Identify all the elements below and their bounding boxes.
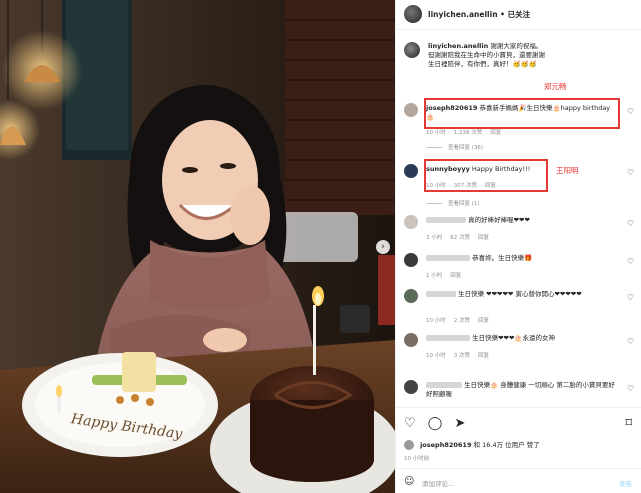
commenter-avatar[interactable]	[404, 289, 418, 303]
post-time: 10 小时前	[404, 456, 430, 462]
heart-icon[interactable]: ♡	[627, 107, 634, 116]
comment-item: 真的好棒好棒喔❤❤❤ 3 小时 62 次赞 回复 ♡	[404, 215, 636, 243]
redacted-username	[426, 335, 470, 341]
add-comment-bar: ☺ 添加评论... 发布	[396, 468, 641, 493]
likes-summary: joseph820619 和 16.4万 位用户 赞了	[404, 439, 540, 450]
reply-button[interactable]: 回复	[478, 318, 489, 324]
caption-username[interactable]: linyichen.anellin	[428, 42, 488, 50]
follow-status[interactable]: 已关注	[508, 10, 531, 19]
post-button[interactable]: 发布	[619, 478, 632, 488]
post-photo[interactable]: Happy Birthday ›	[0, 0, 395, 493]
post-header: linyichen.anellin • 已关注	[396, 0, 641, 30]
comment-text: 真的好棒好棒喔❤❤❤	[426, 216, 616, 225]
liker-username[interactable]: joseph820619	[420, 441, 471, 449]
redacted-username	[426, 255, 470, 261]
likes-count[interactable]: 和 16.4万 位用户 赞了	[474, 441, 540, 449]
heart-icon[interactable]: ♡	[627, 384, 634, 393]
author-username[interactable]: linyichen.anellin • 已关注	[428, 9, 530, 20]
commenter-avatar[interactable]	[404, 164, 418, 178]
instagram-post-view: Happy Birthday › linyichen.anellin • 已关注…	[0, 0, 641, 493]
comment-item: 生日快樂 ❤❤❤❤❤ 寅心替你開心❤❤❤❤❤ 10 小时 2 次赞 回复 ♡	[404, 289, 636, 324]
comment-text: 恭喜妳。生日快樂🎁	[426, 254, 616, 263]
comment-meta: 10 小时 3 次赞 回复	[426, 353, 490, 359]
action-bar: ♡ ◯ ➤	[404, 416, 473, 431]
comment-item: 生日快樂🎂 身體健康 一切順心 第二胎的小寶貝要好好照顧喔 ♡	[404, 380, 636, 406]
next-photo-button[interactable]: ›	[376, 240, 390, 254]
heart-icon[interactable]: ♡	[627, 219, 634, 228]
birthday-photo-illustration: Happy Birthday	[0, 0, 395, 493]
comment-meta: 3 小时 62 次赞 回复	[426, 235, 490, 241]
heart-icon[interactable]: ♡	[404, 416, 416, 431]
emoji-icon[interactable]: ☺	[404, 476, 414, 487]
caption-text: linyichen.anellin 謝謝大家的祝福。但謝謝陪我在生命中的小寶貝，…	[428, 42, 545, 68]
reply-button[interactable]: 回复	[478, 235, 489, 241]
highlight-box-1	[424, 98, 620, 129]
comment-text: 生日快樂 ❤❤❤❤❤ 寅心替你開心❤❤❤❤❤	[426, 290, 616, 299]
annotation-zheng: 郑元畅	[544, 82, 567, 91]
bookmark-icon[interactable]: ⌑	[625, 416, 632, 431]
reply-button[interactable]: 回复	[478, 353, 489, 359]
commenter-avatar[interactable]	[404, 333, 418, 347]
comment-text: 生日快樂🎂 身體健康 一切順心 第二胎的小寶貝要好好照顧喔	[426, 381, 615, 398]
commenter-avatar[interactable]	[404, 103, 418, 117]
redacted-username	[426, 217, 466, 223]
comment-text: 生日快樂❤❤❤🎂永遠的女神	[426, 334, 616, 343]
highlight-box-2	[424, 159, 548, 192]
author-avatar[interactable]	[404, 5, 422, 23]
heart-icon[interactable]: ♡	[627, 293, 634, 302]
commenter-avatar[interactable]	[404, 380, 418, 394]
caption-avatar[interactable]	[404, 42, 420, 58]
post-sidebar: linyichen.anellin • 已关注 linyichen.anelli…	[395, 0, 641, 493]
redacted-username	[426, 291, 456, 297]
share-icon[interactable]: ➤	[455, 416, 466, 431]
comment-item: 生日快樂❤❤❤🎂永遠的女神 10 小时 3 次赞 回复 ♡	[404, 333, 636, 363]
commenter-avatar[interactable]	[404, 215, 418, 229]
comment-input[interactable]: 添加评论...	[422, 478, 454, 488]
redacted-username	[426, 382, 462, 388]
view-replies-button[interactable]: 查看回复 (36)	[426, 143, 483, 151]
reply-button[interactable]: 回复	[450, 273, 461, 279]
heart-icon[interactable]: ♡	[627, 337, 634, 346]
comment-icon[interactable]: ◯	[428, 416, 443, 431]
comment-meta: 1 小时 回复	[426, 273, 462, 279]
reply-button[interactable]: 回复	[490, 130, 501, 136]
commenter-avatar[interactable]	[404, 253, 418, 267]
comment-meta: 10 小时 1,238 次赞 回复	[426, 130, 502, 136]
view-replies-button[interactable]: 查看回复 (1)	[426, 199, 480, 207]
heart-icon[interactable]: ♡	[627, 168, 634, 177]
heart-icon[interactable]: ♡	[627, 257, 634, 266]
comment-item: 恭喜妳。生日快樂🎁 1 小时 回复 ♡	[404, 253, 636, 281]
liker-avatar[interactable]	[404, 440, 414, 450]
comment-meta: 10 小时 2 次赞 回复	[426, 318, 490, 324]
post-footer: ♡ ◯ ➤ ⌑ joseph820619 和 16.4万 位用户 赞了 10 小…	[396, 407, 641, 493]
